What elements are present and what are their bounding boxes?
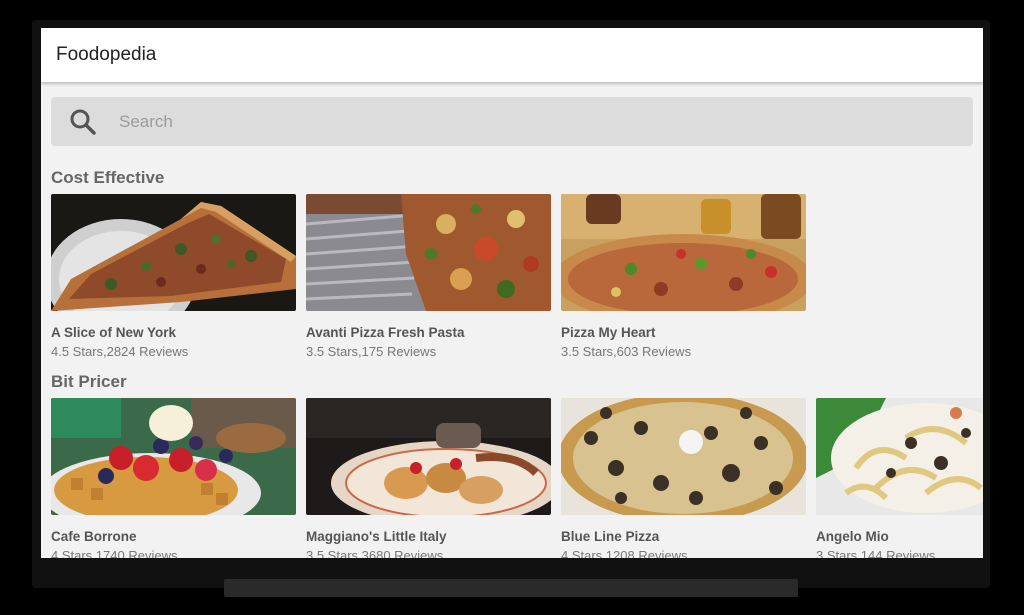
restaurant-card[interactable]: Maggiano's Little Italy 3.5 Stars,3680 R… bbox=[306, 398, 551, 558]
section-title-cost-effective: Cost Effective bbox=[51, 168, 165, 187]
app-title: Foodopedia bbox=[56, 44, 157, 65]
restaurant-photo[interactable] bbox=[561, 194, 806, 311]
restaurant-name: Cafe Borrone bbox=[51, 529, 137, 544]
restaurant-photo[interactable] bbox=[51, 194, 296, 311]
search-input[interactable] bbox=[117, 110, 821, 133]
restaurant-rating: 3.5 Stars,175 Reviews bbox=[306, 344, 437, 359]
restaurant-row-cost-effective: A Slice of New York 4.5 Stars,2824 Revie… bbox=[51, 194, 806, 359]
restaurant-rating: 4 Stars,1208 Reviews bbox=[561, 548, 688, 558]
section-title-bit-pricer: Bit Pricer bbox=[51, 372, 127, 391]
restaurant-card[interactable]: Angelo Mio 3 Stars,144 Reviews bbox=[816, 398, 983, 558]
restaurant-name: Pizza My Heart bbox=[561, 325, 656, 340]
search-bar[interactable] bbox=[51, 97, 973, 146]
restaurant-name: Angelo Mio bbox=[816, 529, 889, 544]
restaurant-photo[interactable] bbox=[561, 398, 806, 515]
restaurant-name: Blue Line Pizza bbox=[561, 529, 660, 544]
restaurant-rating: 3.5 Stars,3680 Reviews bbox=[306, 548, 444, 558]
restaurant-rating: 4.5 Stars,2824 Reviews bbox=[51, 344, 189, 359]
device-stand bbox=[224, 579, 798, 597]
restaurant-photo[interactable] bbox=[306, 398, 551, 515]
restaurant-rating: 3.5 Stars,603 Reviews bbox=[561, 344, 692, 359]
restaurant-name: A Slice of New York bbox=[51, 325, 177, 340]
restaurant-card[interactable]: Pizza My Heart 3.5 Stars,603 Reviews bbox=[561, 194, 806, 359]
search-icon[interactable] bbox=[67, 106, 99, 138]
restaurant-photo[interactable] bbox=[51, 398, 296, 515]
app-bar: Foodopedia bbox=[41, 28, 983, 82]
restaurant-card[interactable]: Avanti Pizza Fresh Pasta 3.5 Stars,175 R… bbox=[306, 194, 551, 359]
restaurant-name: Maggiano's Little Italy bbox=[306, 529, 447, 544]
restaurant-card[interactable]: Blue Line Pizza 4 Stars,1208 Reviews bbox=[561, 398, 806, 558]
restaurant-rating: 3 Stars,144 Reviews bbox=[816, 548, 936, 558]
restaurant-photo[interactable] bbox=[306, 194, 551, 311]
app-screen: Foodopedia Cost Effective bbox=[41, 28, 983, 558]
restaurant-rating: 4 Stars,1740 Reviews bbox=[51, 548, 178, 558]
restaurant-row-bit-pricer: Cafe Borrone 4 Stars,1740 Reviews Maggia… bbox=[51, 398, 983, 558]
restaurant-name: Avanti Pizza Fresh Pasta bbox=[306, 325, 465, 340]
restaurant-card[interactable]: A Slice of New York 4.5 Stars,2824 Revie… bbox=[51, 194, 296, 359]
restaurant-photo[interactable] bbox=[816, 398, 983, 515]
restaurant-card[interactable]: Cafe Borrone 4 Stars,1740 Reviews bbox=[51, 398, 296, 558]
